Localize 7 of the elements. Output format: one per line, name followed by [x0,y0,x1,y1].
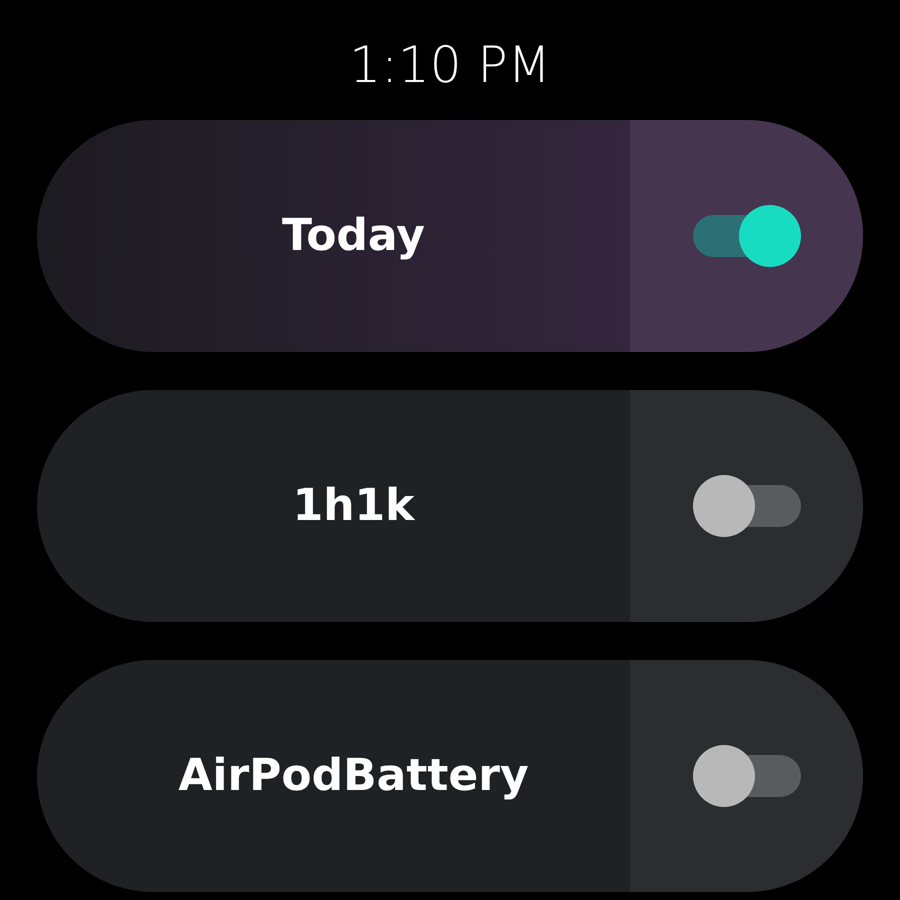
toggle-tile[interactable]: Today [37,120,863,352]
toggle-switch[interactable] [693,475,801,537]
toggle-tile[interactable]: AirPodBattery [37,660,863,892]
clock-time: 1:10 PM [349,36,551,94]
toggle-tile[interactable]: 1h1k [37,390,863,622]
toggle-switch[interactable] [693,745,801,807]
toggle-switch[interactable] [693,205,801,267]
